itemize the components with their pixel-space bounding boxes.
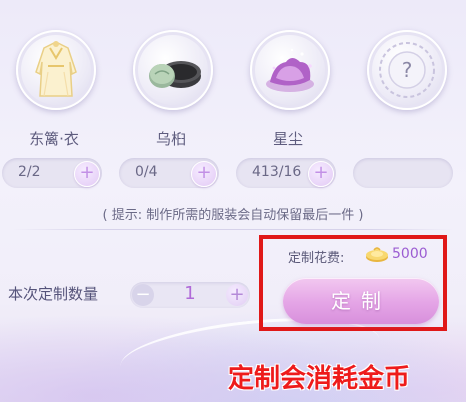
materials-row: 东篱·衣 2/2 + 乌桕 0/4 + 星尘 413/16 + ?	[0, 0, 466, 200]
craft-button[interactable]: 定制	[283, 278, 439, 324]
quantity-value[interactable]: 1	[174, 283, 206, 304]
material-name: 东篱·衣	[29, 130, 79, 148]
add-material-button[interactable]: +	[308, 161, 334, 187]
increase-quantity-button[interactable]: +	[226, 284, 248, 306]
decrease-quantity-button[interactable]: −	[132, 284, 154, 306]
fee-label: 定制花费:	[288, 251, 345, 266]
add-material-button[interactable]: +	[74, 161, 100, 187]
material-name: 乌桕	[155, 130, 186, 148]
material-count-box: 2/2 +	[2, 158, 102, 188]
question-mark-icon[interactable]: ?	[367, 30, 447, 110]
gold-coin-icon	[365, 246, 389, 263]
ink-box-icon[interactable]	[133, 30, 213, 110]
hint-text: ( 提示: 制作所需的服装会自动保留最后一件 )	[102, 208, 364, 223]
add-material-button[interactable]: +	[191, 161, 217, 187]
annotation-caption: 定制会消耗金币	[228, 364, 411, 394]
material-count-box: 0/4 +	[119, 158, 219, 188]
material-count: 413/16	[252, 164, 302, 180]
material-name: 星尘	[272, 130, 303, 148]
stardust-icon[interactable]	[250, 30, 330, 110]
svg-text:?: ?	[402, 58, 413, 82]
material-count-box: 413/16 +	[236, 158, 336, 188]
fee-value: 5000	[392, 246, 428, 262]
quantity-label: 本次定制数量	[8, 285, 99, 303]
divider	[12, 229, 454, 230]
material-count-box	[353, 158, 453, 188]
material-count: 2/2	[18, 164, 41, 180]
robe-icon[interactable]	[16, 30, 96, 110]
material-count: 0/4	[135, 164, 158, 180]
quantity-stepper: − 1 +	[130, 282, 250, 308]
